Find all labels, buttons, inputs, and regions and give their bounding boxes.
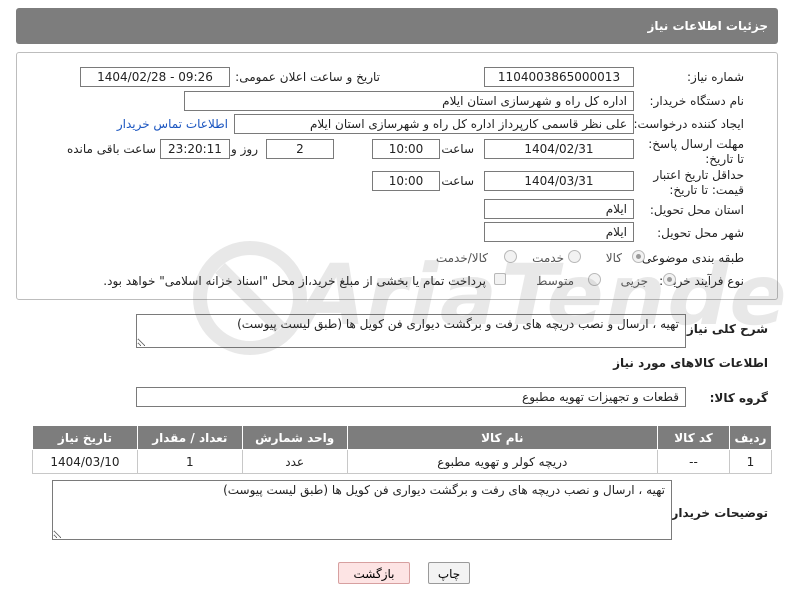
buyer-org-label: نام دستگاه خریدار:	[649, 94, 745, 108]
page-title: جزئیات اطلاعات نیاز	[647, 19, 768, 33]
cell-unit: عدد	[241, 449, 348, 474]
goods-group-label: گروه کالا:	[709, 391, 768, 405]
need-number-label: شماره نیاز:	[687, 70, 744, 84]
buyer-org-field: اداره کل راه و شهرسازی استان ایلام	[184, 91, 634, 111]
category-option-goods-service: کالا/خدمت	[435, 251, 488, 265]
deadline-time-field: 10:00	[372, 139, 440, 159]
goods-section-title: اطلاعات کالاهای مورد نیاز	[613, 356, 768, 370]
validity-time-label: ساعت	[441, 174, 474, 188]
remaining-time-field: 23:20:11	[160, 139, 230, 159]
need-number-field: 1104003865000013	[484, 67, 634, 87]
creator-label: ایجاد کننده درخواست:	[633, 117, 744, 131]
goods-table: ردیف کد کالا نام کالا واحد شمارش تعداد /…	[32, 425, 773, 474]
process-radio-minor[interactable]	[663, 273, 676, 286]
page-header: جزئیات اطلاعات نیاز	[16, 8, 778, 44]
summary-textarea[interactable]: تهیه ، ارسال و نصب دریچه های رفت و برگشت…	[136, 314, 686, 348]
col-row: ردیف	[728, 425, 773, 450]
cell-row: 1	[728, 449, 773, 474]
creator-field: علی نظر قاسمی کارپرداز اداره کل راه و شه…	[234, 114, 634, 134]
treasury-payment-note: پرداخت تمام یا بخشی از مبلغ خرید،از محل …	[103, 274, 486, 288]
treasury-payment-checkbox[interactable]	[494, 273, 506, 285]
validity-date-field: 1404/03/31	[484, 171, 634, 191]
deadline-time-label: ساعت	[441, 142, 474, 156]
validity-time-field: 10:00	[372, 171, 440, 191]
summary-label: شرح کلی نیاز:	[682, 322, 768, 336]
process-option-medium: متوسط	[536, 274, 574, 288]
process-option-minor: جزیی	[620, 274, 648, 288]
goods-group-field: قطعات و تجهیزات تهویه مطبوع	[136, 387, 686, 407]
city-label: شهر محل تحویل:	[657, 226, 744, 240]
deadline-label: مهلت ارسال پاسخ: تا تاریخ:	[648, 137, 744, 166]
table-row: 1 -- دریچه کولر و تهویه مطبوع عدد 1 1404…	[32, 449, 773, 474]
buyer-contact-link[interactable]: اطلاعات تماس خریدار	[117, 117, 228, 131]
cell-quantity: 1	[136, 449, 243, 474]
cell-code: --	[657, 449, 730, 474]
cell-name: دریچه کولر و تهویه مطبوع	[346, 449, 659, 474]
col-need-date: تاریخ نیاز	[32, 425, 138, 450]
col-code: کد کالا	[657, 425, 730, 450]
announce-date-field: 1404/02/28 - 09:26	[80, 67, 230, 87]
goods-table-header: ردیف کد کالا نام کالا واحد شمارش تعداد /…	[32, 425, 773, 450]
col-unit: واحد شمارش	[241, 425, 348, 450]
announce-date-label: تاریخ و ساعت اعلان عمومی:	[235, 70, 380, 84]
buyer-notes-textarea[interactable]: تهیه ، ارسال و نصب دریچه های رفت و برگشت…	[52, 480, 672, 540]
province-field: ایلام	[484, 199, 634, 219]
days-field: 2	[266, 139, 334, 159]
category-radio-service[interactable]	[568, 250, 581, 263]
province-label: استان محل تحویل:	[649, 203, 744, 217]
col-name: نام کالا	[346, 425, 659, 450]
category-radio-goods-service[interactable]	[504, 250, 517, 263]
category-option-service: خدمت	[532, 251, 564, 265]
category-radio-goods[interactable]	[632, 250, 645, 263]
back-button[interactable]: بازگشت	[338, 562, 410, 584]
category-option-goods: کالا	[605, 251, 622, 265]
remaining-label: ساعت باقی مانده	[66, 142, 156, 156]
print-button[interactable]: چاپ	[428, 562, 470, 584]
buyer-notes-label: توضیحات خریدار:	[666, 506, 768, 520]
deadline-date-field: 1404/02/31	[484, 139, 634, 159]
cell-need-date: 1404/03/10	[32, 449, 138, 474]
process-radio-medium[interactable]	[588, 273, 601, 286]
days-label: روز و	[231, 142, 258, 156]
price-validity-label: حداقل تاریخ اعتبار قیمت: تا تاریخ:	[653, 168, 744, 197]
city-field: ایلام	[484, 222, 634, 242]
category-label: طبقه بندی موضوعی:	[637, 251, 744, 265]
col-quantity: تعداد / مقدار	[136, 425, 243, 450]
